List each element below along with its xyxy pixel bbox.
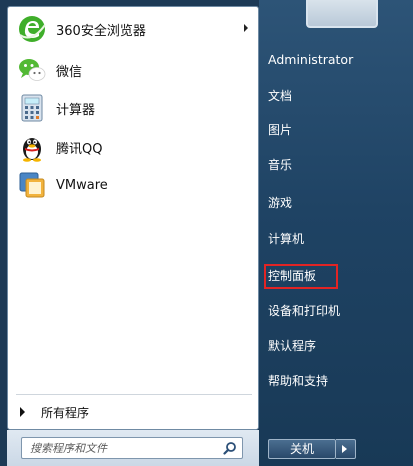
search-input[interactable] [30, 440, 210, 456]
separator [16, 394, 252, 395]
calculator-icon [21, 94, 43, 122]
program-item-calculator[interactable]: 计算器 [12, 91, 254, 125]
shutdown-options-button[interactable] [336, 439, 356, 459]
all-programs-button[interactable]: 所有程序 [14, 399, 254, 425]
right-arrow-icon [20, 407, 25, 417]
right-link-default-programs[interactable]: 默认程序 [268, 334, 408, 358]
right-link-music[interactable]: 音乐 [268, 153, 408, 177]
wechat-icon [19, 59, 46, 81]
highlight-box [264, 264, 338, 289]
360-browser-icon [19, 16, 46, 42]
all-programs-label: 所有程序 [41, 405, 90, 420]
right-arrow-icon [342, 445, 347, 453]
right-link-help-support[interactable]: 帮助和支持 [268, 369, 408, 393]
program-label: 微信 [56, 64, 83, 80]
qq-penguin-icon [23, 138, 41, 162]
program-item-wechat[interactable]: 微信 [12, 53, 254, 87]
program-label: VMware [56, 177, 108, 193]
left-pane: 360安全浏览器 微信 计算器 腾讯QQ VMware 所有程序 [7, 6, 259, 430]
program-label: 腾讯QQ [56, 141, 103, 157]
program-item-360-browser[interactable]: 360安全浏览器 [12, 12, 254, 46]
search-box[interactable] [21, 437, 243, 459]
program-label: 360安全浏览器 [56, 23, 146, 39]
right-link-username[interactable]: Administrator [268, 48, 408, 72]
user-picture[interactable] [306, 0, 378, 28]
right-link-games[interactable]: 游戏 [268, 191, 408, 215]
program-label: 计算器 [56, 102, 96, 118]
program-item-qq[interactable]: 腾讯QQ [12, 130, 254, 164]
shutdown-button[interactable]: 关机 [268, 439, 336, 459]
submenu-arrow-icon[interactable] [244, 24, 248, 32]
search-icon[interactable] [223, 441, 237, 455]
right-link-pictures[interactable]: 图片 [268, 118, 408, 142]
start-menu: 360安全浏览器 微信 计算器 腾讯QQ VMware 所有程序 搜索程序和文件… [0, 0, 413, 466]
right-link-computer[interactable]: 计算机 [268, 227, 408, 251]
right-link-documents[interactable]: 文档 [268, 84, 408, 108]
program-item-vmware[interactable]: VMware [12, 168, 254, 202]
right-link-devices-printers[interactable]: 设备和打印机 [268, 299, 408, 323]
vmware-icon [19, 172, 45, 198]
